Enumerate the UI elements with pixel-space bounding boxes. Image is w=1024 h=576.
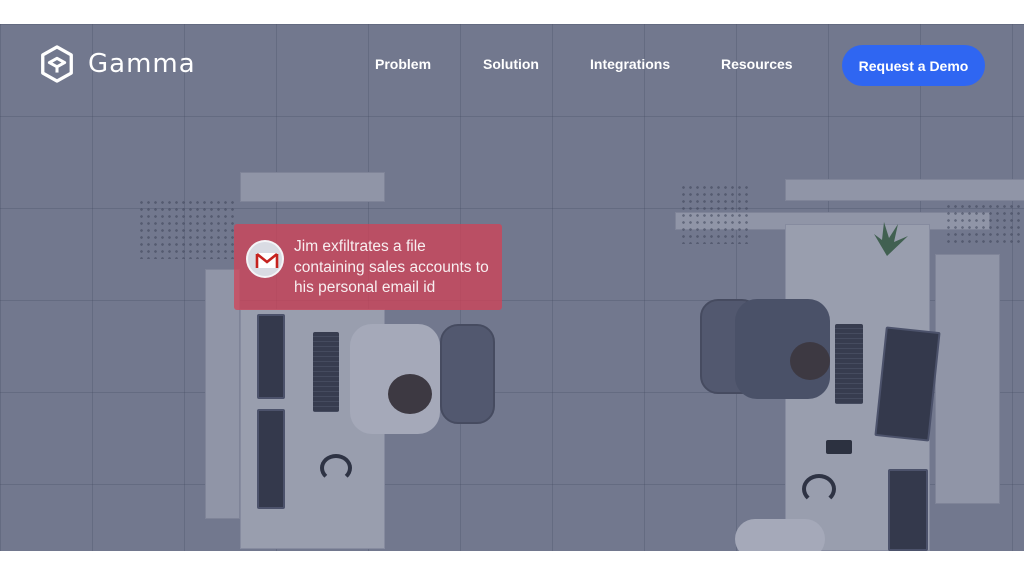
alert-message: Jim exfiltrates a file containing sales …: [294, 238, 489, 296]
site-header: Gamma Problem Solution Integrations Reso…: [0, 24, 1024, 106]
hero-section: Jim exfiltrates a file containing sales …: [0, 24, 1024, 551]
brand-logo[interactable]: Gamma: [38, 44, 196, 84]
exfiltration-alert-card: Jim exfiltrates a file containing sales …: [234, 224, 502, 310]
gmail-icon: [246, 240, 284, 278]
request-demo-button[interactable]: Request a Demo: [842, 45, 985, 86]
brand-name: Gamma: [88, 49, 196, 79]
nav-link-problem[interactable]: Problem: [375, 56, 431, 72]
gamma-hexagon-icon: [41, 45, 73, 83]
nav-link-solution[interactable]: Solution: [483, 56, 539, 72]
nav-link-integrations[interactable]: Integrations: [590, 56, 670, 72]
nav-link-resources[interactable]: Resources: [721, 56, 793, 72]
